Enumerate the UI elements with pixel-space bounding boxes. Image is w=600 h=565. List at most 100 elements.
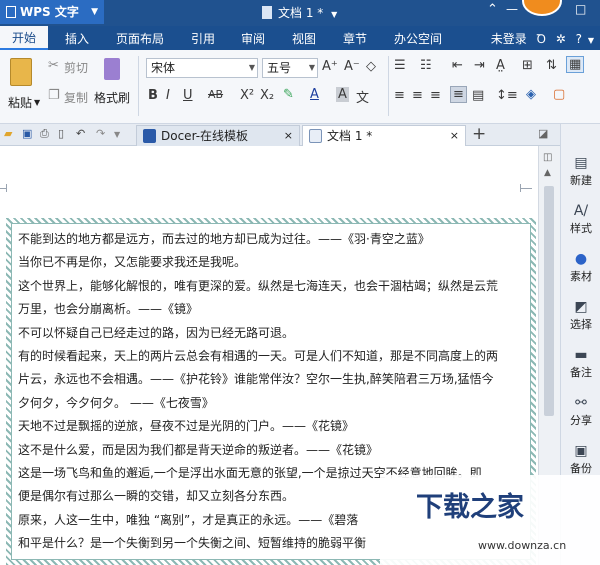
italic-icon[interactable]: I — [166, 88, 170, 103]
justify-icon[interactable]: ≡ — [450, 86, 467, 103]
panel-select[interactable]: ◩ 选择 — [561, 298, 600, 332]
text-line[interactable]: 万里，也会分崩离析。——《镜》 — [18, 298, 524, 321]
line-spacing-icon[interactable]: ↕≡ — [496, 88, 518, 103]
watermark-url: www.downza.cn — [478, 539, 567, 552]
toolbar-divider — [388, 56, 389, 116]
redo-icon[interactable]: ↷ — [96, 127, 105, 140]
superscript-icon[interactable]: X² — [240, 88, 254, 103]
tab-page-layout[interactable]: 页面布局 — [116, 30, 164, 47]
new-tab-button[interactable]: + — [472, 124, 486, 144]
font-size-select[interactable]: 五号 ▼ — [262, 58, 318, 78]
subscript-icon[interactable]: X₂ — [260, 88, 274, 103]
scroll-up-icon[interactable]: ▲ — [544, 168, 551, 178]
text-line[interactable]: 有的时候看起来，天上的两片云总会有相遇的一天。可是人们不知道，那是不同高度上的两 — [18, 345, 524, 368]
panel-label: 素材 — [570, 270, 592, 283]
undo-icon[interactable]: ↶ — [76, 127, 85, 140]
page-nav-icon[interactable]: ◫ — [543, 152, 552, 163]
panel-new[interactable]: ▤ 新建 — [561, 154, 600, 188]
chevron-down-icon[interactable]: ▼ — [588, 36, 594, 45]
text-line[interactable]: 片云，永远也不会相遇。——《护花铃》谁能常伴汝？空尔一生执,醉笑陪君三万场,猛悟… — [18, 368, 524, 391]
restore-button[interactable]: □ — [575, 2, 586, 16]
align-left-icon[interactable]: ≡ — [394, 88, 405, 103]
save-icon[interactable]: ▣ — [22, 127, 32, 140]
chevron-down-icon: ▼ — [91, 7, 98, 17]
text-line[interactable]: 这不是什么爱，而是因为我们都是背天逆命的叛逆者。——《花镜》 — [18, 439, 524, 462]
help-icon[interactable]: ? — [576, 32, 582, 46]
panel-styles[interactable]: A/样式 — [561, 202, 600, 236]
ribbon-right-area: 未登录 Ꝺ ✲ ? ▼ — [491, 30, 594, 47]
chevron-down-icon: ▼ — [248, 63, 255, 72]
tab-view[interactable]: 视图 — [292, 30, 316, 47]
tab-chapter[interactable]: 章节 — [343, 30, 367, 47]
bold-icon[interactable]: B — [148, 88, 158, 103]
settings-icon[interactable]: ✲ — [556, 32, 566, 46]
underline-icon[interactable]: U — [183, 88, 193, 103]
panel-backup[interactable]: ▣ 备份 — [561, 442, 600, 476]
print-icon[interactable]: ⎙ — [40, 127, 49, 141]
skin-icon[interactable]: Ꝺ — [537, 32, 546, 46]
table-icon[interactable]: ▦ — [566, 56, 585, 73]
format-painter-button[interactable]: 格式刷 — [94, 89, 130, 106]
grow-font-icon[interactable]: A⁺ — [322, 59, 338, 74]
app-menu-button[interactable]: WPS 文字 ▼ — [0, 0, 104, 24]
text-line[interactable]: 天地不过是飘摇的逆旅，昼夜不过是光阴的门户。——《花镜》 — [18, 415, 524, 438]
panel-materials[interactable]: ● 素材 — [561, 250, 600, 284]
cut-button[interactable]: 剪切 — [64, 59, 88, 76]
text-line[interactable]: 这个世界上，能够化解恨的，唯有更深的爱。纵然是七海连天，也会干涸枯竭；纵然是云荒 — [18, 275, 524, 298]
char-shading-icon[interactable]: A — [336, 87, 349, 102]
border-icon[interactable]: ▢ — [553, 87, 565, 102]
user-avatar[interactable] — [522, 0, 562, 16]
paste-button[interactable]: 粘贴 ▼ — [6, 56, 42, 118]
bullet-list-icon[interactable]: ☰ — [394, 58, 406, 73]
login-link[interactable]: 未登录 — [491, 32, 527, 46]
copy-button[interactable]: 复制 — [64, 89, 88, 106]
watermark-logo: 下载之家 — [416, 492, 524, 523]
text-line[interactable]: 当你已不再是你，又怎能要求我还是我呢。 — [18, 251, 524, 274]
tab-insert[interactable]: 插入 — [65, 30, 89, 47]
home-toolbar: 粘贴 ▼ ✂ 剪切 ❐ 复制 格式刷 宋体 ▼ 五号 ▼ A⁺ A⁻ ◇ B I U… — [0, 50, 600, 124]
clipboard-icon — [10, 58, 32, 86]
clear-format-icon[interactable]: ◇ — [366, 59, 376, 74]
tab-home[interactable]: 开始 — [0, 26, 49, 50]
crop-mark — [520, 184, 521, 192]
tab-review[interactable]: 审阅 — [241, 30, 265, 47]
sort-icon[interactable]: ⇅ — [546, 58, 557, 73]
show-marks-icon[interactable]: ⊞ — [522, 58, 533, 73]
panel-notes[interactable]: ▬ 备注 — [561, 346, 600, 380]
text-line[interactable]: 夕何夕，今夕何夕。 ——《七夜雪》 — [18, 392, 524, 415]
chevron-down-icon[interactable]: ▼ — [331, 10, 337, 19]
text-line[interactable]: 不能到达的地方都是远方，而去过的地方却已成为过往。——《羽·青空之蓝》 — [18, 228, 524, 251]
paragraph-shading-icon[interactable]: ◈ — [526, 87, 536, 102]
strikethrough-icon[interactable]: AB — [208, 88, 223, 101]
tab-menu-icon[interactable]: ◪ — [538, 127, 548, 140]
panel-share[interactable]: ⚯ 分享 — [561, 394, 600, 428]
highlight-icon[interactable]: ✎ — [283, 87, 294, 102]
align-right-icon[interactable]: ≡ — [430, 88, 441, 103]
distribute-icon[interactable]: ▤ — [472, 88, 484, 103]
print-preview-icon[interactable]: ▯ — [58, 127, 64, 140]
close-icon[interactable]: × — [284, 126, 293, 146]
copy-icon: ❐ — [48, 88, 60, 103]
align-center-icon[interactable]: ≡ — [412, 88, 423, 103]
increase-indent-icon[interactable]: ⇥ — [474, 58, 485, 73]
tab-document-1[interactable]: 文档 1 * × — [302, 125, 466, 146]
panel-label: 样式 — [570, 222, 592, 235]
tab-office-space[interactable]: 办公空间 — [394, 30, 442, 47]
chevron-down-icon[interactable]: ▼ — [114, 130, 120, 139]
close-icon[interactable]: × — [450, 126, 459, 146]
decrease-indent-icon[interactable]: ⇤ — [452, 58, 463, 73]
numbered-list-icon[interactable]: ☷ — [420, 58, 432, 73]
tab-references[interactable]: 引用 — [191, 30, 215, 47]
comment-icon: ▬ — [574, 347, 588, 363]
text-line[interactable]: 不可以怀疑自己已经走过的路，因为已经无路可退。 — [18, 322, 524, 345]
tab-docer-templates[interactable]: Docer-在线模板 × — [136, 125, 300, 146]
chinese-layout-icon[interactable]: A̤ — [496, 58, 505, 73]
collapse-ribbon-icon[interactable]: ⌃ — [487, 2, 498, 17]
phonetic-icon[interactable]: 文 — [356, 87, 369, 106]
shrink-font-icon[interactable]: A⁻ — [344, 59, 360, 74]
open-folder-icon[interactable]: ▰ — [4, 127, 12, 140]
minimize-button[interactable]: — — [506, 2, 518, 16]
font-color-icon[interactable]: A — [310, 87, 319, 102]
font-name-select[interactable]: 宋体 ▼ — [146, 58, 258, 78]
scrollbar-thumb[interactable] — [544, 186, 554, 416]
